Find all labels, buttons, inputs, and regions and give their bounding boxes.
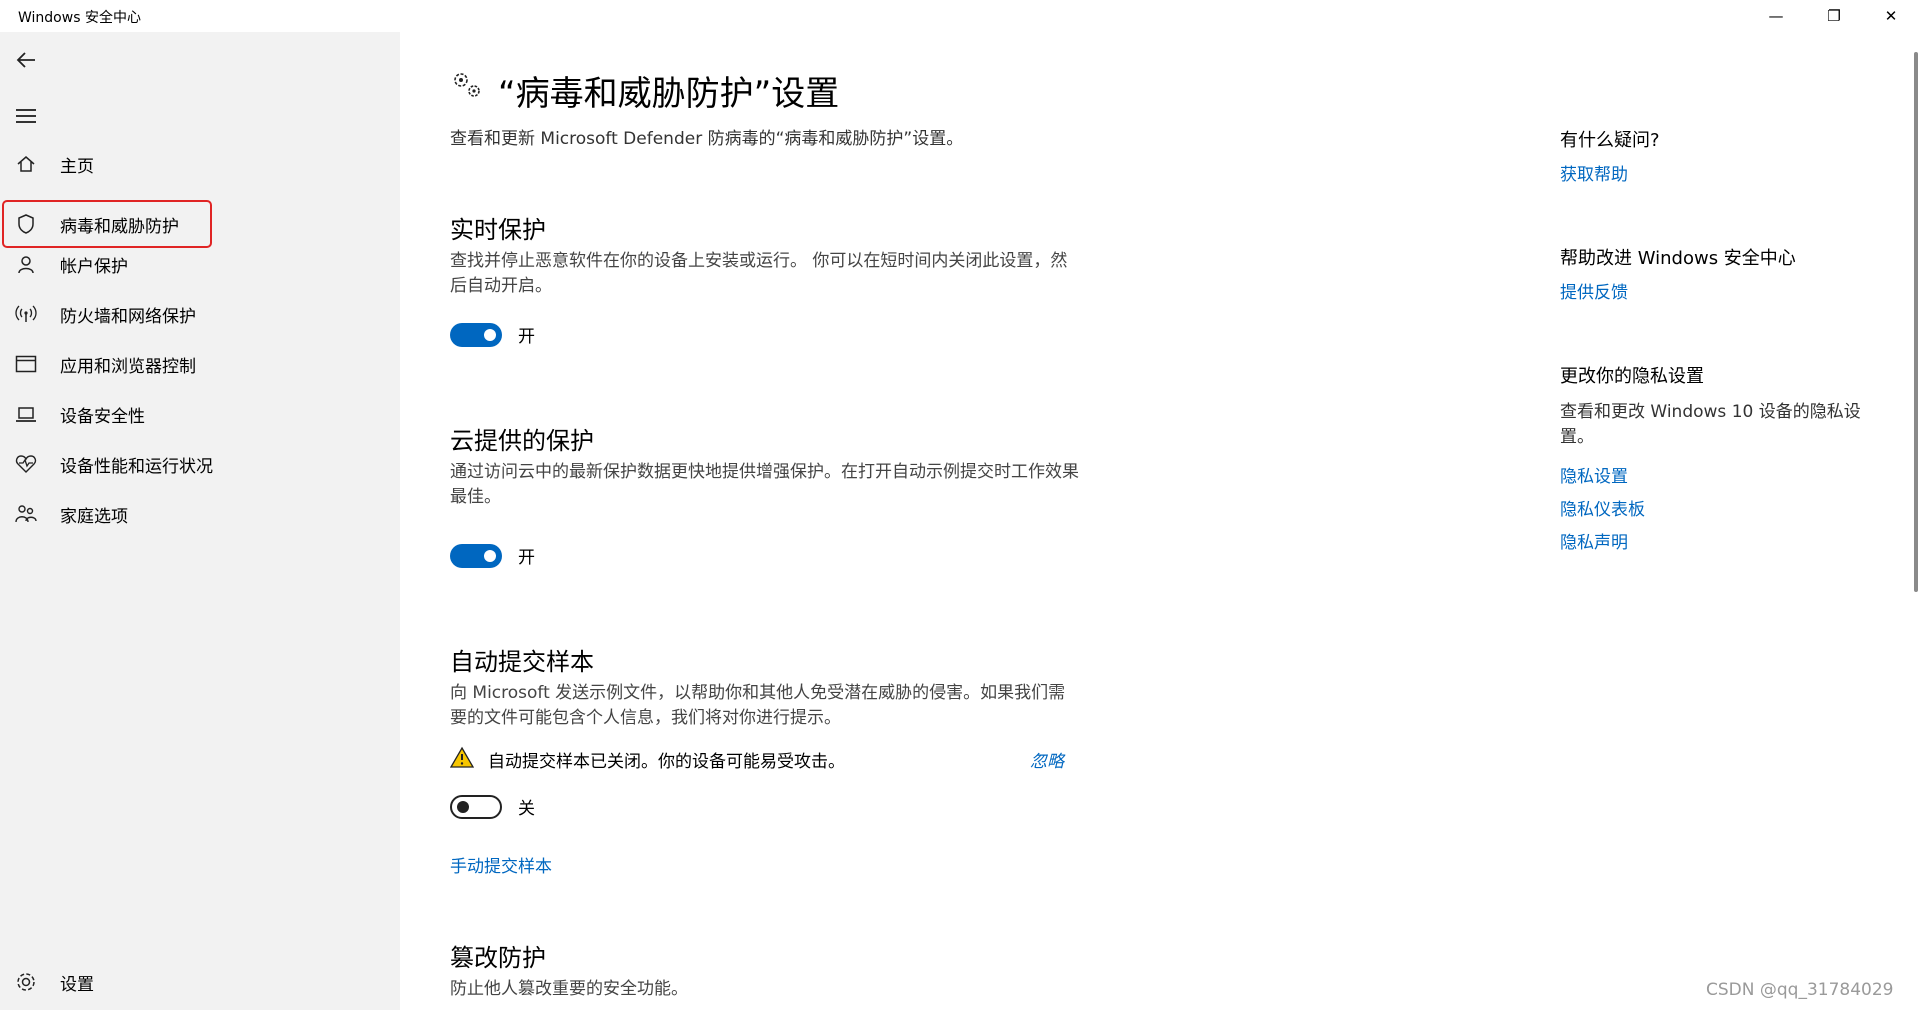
sidebar-item-device-health[interactable]: 设备性能和运行状况 bbox=[0, 442, 400, 486]
sidebar-item-label: 家庭选项 bbox=[60, 506, 128, 527]
cloud-toggle-label: 开 bbox=[518, 548, 535, 568]
minimize-button[interactable]: — bbox=[1748, 0, 1804, 32]
dismiss-link[interactable]: 忽略 bbox=[1030, 747, 1064, 772]
heart-pulse-icon bbox=[14, 452, 38, 476]
gears-icon bbox=[450, 69, 484, 112]
tamper-description: 防止他人篡改重要的安全功能。 bbox=[450, 979, 688, 999]
sidebar-item-label: 设备性能和运行状况 bbox=[60, 456, 213, 477]
shield-icon bbox=[14, 212, 38, 236]
feedback-link[interactable]: 提供反馈 bbox=[1560, 278, 1628, 303]
hamburger-icon[interactable] bbox=[12, 102, 40, 130]
page-description: 查看和更新 Microsoft Defender 防病毒的“病毒和威胁防护”设置… bbox=[450, 129, 964, 149]
main-content: “病毒和威胁防护”设置 查看和更新 Microsoft Defender 防病毒… bbox=[400, 32, 1520, 1010]
sidebar-item-home[interactable]: 主页 bbox=[0, 142, 400, 186]
realtime-toggle-label: 开 bbox=[518, 327, 535, 347]
cloud-toggle[interactable] bbox=[450, 543, 502, 568]
realtime-toggle[interactable] bbox=[450, 322, 502, 347]
privacy-text: 查看和更改 Windows 10 设备的隐私设置。 bbox=[1560, 402, 1861, 447]
sidebar-item-label: 防火墙和网络保护 bbox=[60, 306, 196, 327]
improve-heading: 帮助改进 Windows 安全中心 bbox=[1560, 248, 1796, 269]
cloud-description: 通过访问云中的最新保护数据更快地提供增强保护。在打开自动示例提交时工作效果最佳。 bbox=[450, 462, 1079, 507]
sidebar-item-account-protection[interactable]: 帐户保护 bbox=[0, 242, 400, 286]
sidebar-item-settings[interactable]: 设置 bbox=[0, 960, 400, 1004]
sidebar-item-device-security[interactable]: 设备安全性 bbox=[0, 392, 400, 436]
get-help-link[interactable]: 获取帮助 bbox=[1560, 160, 1628, 185]
cloud-protection-section: 云提供的保护 通过访问云中的最新保护数据更快地提供增强保护。在打开自动示例提交时… bbox=[450, 421, 1080, 510]
close-button[interactable]: ✕ bbox=[1863, 0, 1919, 32]
back-arrow-icon[interactable] bbox=[12, 46, 40, 74]
tamper-heading: 篡改防护 bbox=[450, 944, 546, 972]
privacy-heading: 更改你的隐私设置 bbox=[1560, 366, 1704, 387]
sample-toggle[interactable] bbox=[450, 794, 502, 819]
manual-submit-link[interactable]: 手动提交样本 bbox=[450, 852, 552, 877]
sidebar: 主页 病毒和威胁防护 帐户保护 防火墙和网络保护 应用和浏览器控制 设备安全性 bbox=[0, 32, 400, 1010]
gear-icon bbox=[14, 970, 38, 994]
person-icon bbox=[14, 252, 38, 276]
sidebar-item-app-browser-control[interactable]: 应用和浏览器控制 bbox=[0, 342, 400, 386]
antenna-icon bbox=[14, 302, 38, 326]
scrollbar[interactable] bbox=[1914, 52, 1918, 592]
privacy-settings-link[interactable]: 隐私设置 bbox=[1560, 462, 1628, 487]
sidebar-item-firewall[interactable]: 防火墙和网络保护 bbox=[0, 292, 400, 336]
privacy-statement-link[interactable]: 隐私声明 bbox=[1560, 528, 1628, 553]
realtime-description: 查找并停止恶意软件在你的设备上安装或运行。 你可以在短时间内关闭此设置，然后自动… bbox=[450, 251, 1068, 296]
realtime-toggle-row: 开 bbox=[450, 322, 535, 347]
question-heading: 有什么疑问? bbox=[1560, 130, 1660, 151]
sidebar-item-label: 主页 bbox=[60, 156, 94, 177]
page-title-text: “病毒和威胁防护”设置 bbox=[498, 74, 840, 114]
maximize-button[interactable]: ❐ bbox=[1806, 0, 1862, 32]
home-icon bbox=[14, 152, 38, 176]
sample-description: 向 Microsoft 发送示例文件，以帮助你和其他人免受潜在威胁的侵害。如果我… bbox=[450, 683, 1066, 728]
realtime-protection-section: 实时保护 查找并停止恶意软件在你的设备上安装或运行。 你可以在短时间内关闭此设置… bbox=[450, 210, 1080, 299]
cloud-heading: 云提供的保护 bbox=[450, 427, 594, 455]
realtime-heading: 实时保护 bbox=[450, 216, 546, 244]
warning-text: 自动提交样本已关闭。你的设备可能易受攻击。 bbox=[488, 751, 845, 772]
warning-icon bbox=[449, 746, 475, 772]
cloud-toggle-row: 开 bbox=[450, 543, 535, 568]
sidebar-item-virus-protection[interactable]: 病毒和威胁防护 bbox=[2, 200, 212, 248]
page-title: “病毒和威胁防护”设置 bbox=[450, 66, 839, 115]
sidebar-item-family-options[interactable]: 家庭选项 bbox=[0, 492, 400, 536]
sample-warning: 自动提交样本已关闭。你的设备可能易受攻击。 忽略 bbox=[449, 746, 1064, 772]
sample-heading: 自动提交样本 bbox=[450, 648, 594, 676]
sample-toggle-label: 关 bbox=[518, 799, 535, 819]
right-pane: 有什么疑问? 获取帮助 帮助改进 Windows 安全中心 提供反馈 更改你的隐… bbox=[1560, 32, 1900, 1010]
sidebar-item-label: 设置 bbox=[60, 974, 94, 995]
sidebar-item-label: 设备安全性 bbox=[60, 406, 145, 427]
sample-toggle-row: 关 bbox=[450, 794, 535, 819]
laptop-icon bbox=[14, 402, 38, 426]
watermark: CSDN @qq_31784029 bbox=[1706, 980, 1894, 1000]
family-icon bbox=[14, 502, 38, 526]
sidebar-item-label: 病毒和威胁防护 bbox=[60, 216, 179, 237]
privacy-dashboard-link[interactable]: 隐私仪表板 bbox=[1560, 495, 1645, 520]
tamper-protection-section: 篡改防护 防止他人篡改重要的安全功能。 bbox=[450, 938, 1080, 1002]
title-bar: Windows 安全中心 — ❐ ✕ bbox=[0, 0, 1920, 32]
sidebar-item-label: 应用和浏览器控制 bbox=[60, 356, 196, 377]
browser-window-icon bbox=[14, 352, 38, 376]
sidebar-item-label: 帐户保护 bbox=[60, 256, 128, 277]
sample-submission-section: 自动提交样本 向 Microsoft 发送示例文件，以帮助你和其他人免受潜在威胁… bbox=[450, 642, 1080, 731]
window-title: Windows 安全中心 bbox=[18, 10, 141, 26]
